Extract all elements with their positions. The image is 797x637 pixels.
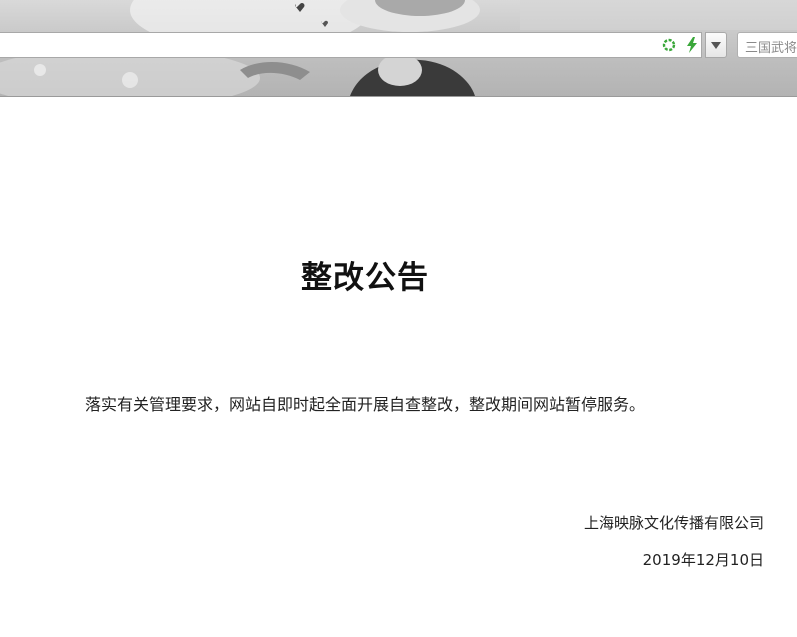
lightning-bolt-icon[interactable] bbox=[685, 37, 699, 53]
address-history-dropdown-button[interactable] bbox=[705, 32, 727, 58]
address-bar[interactable] bbox=[0, 32, 702, 58]
search-input[interactable]: 三国武将 bbox=[737, 32, 797, 58]
notice-title: 整改公告 bbox=[301, 260, 429, 296]
company-name: 上海映脉文化传播有限公司 bbox=[583, 514, 764, 532]
security-ring-icon[interactable] bbox=[662, 38, 676, 52]
notice-body-text: 落实有关管理要求，网站自即时起全面开展自查整改，整改期间网站暂停服务。 bbox=[85, 395, 646, 414]
notice-date: 2019年12月10日 bbox=[642, 551, 764, 569]
chevron-down-icon bbox=[711, 42, 721, 49]
browser-toolbar: 三国武将 bbox=[0, 0, 797, 97]
search-input-placeholder: 三国武将 bbox=[745, 41, 797, 56]
